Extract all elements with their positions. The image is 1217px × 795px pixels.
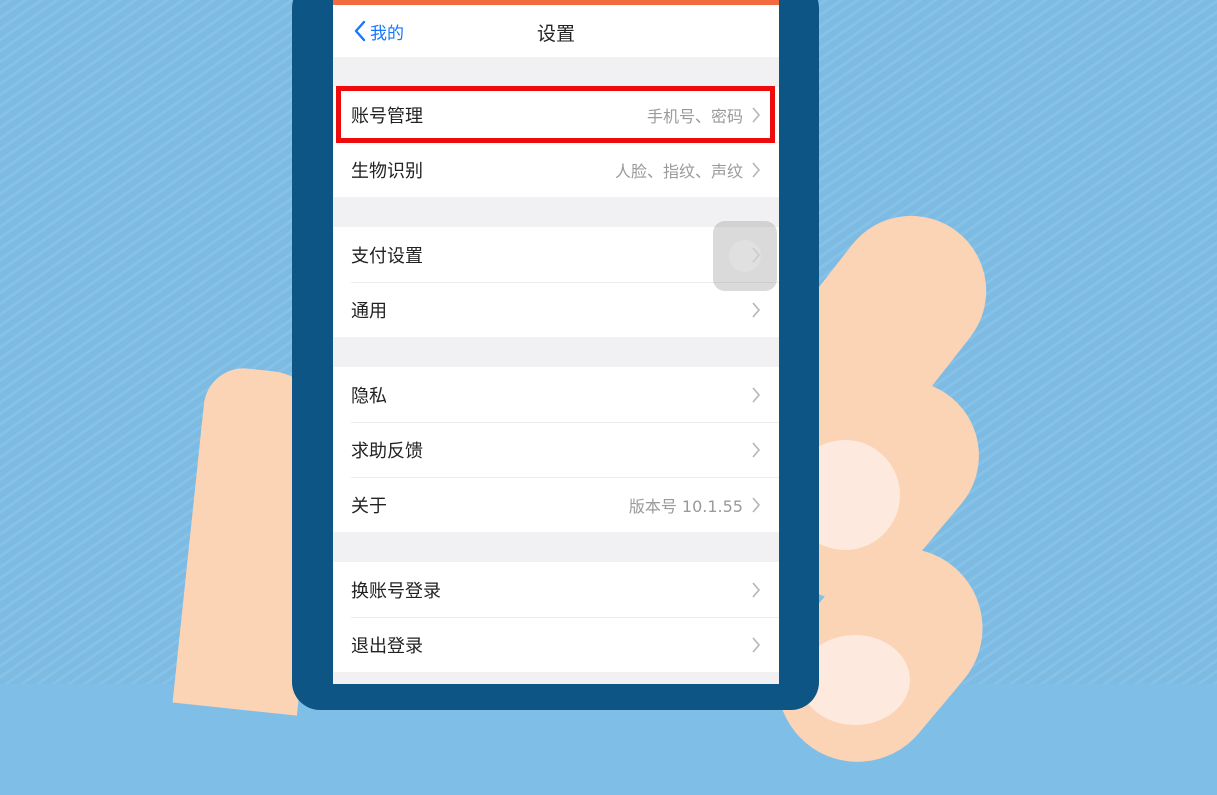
chevron-right-icon [751,496,761,513]
row-switch-account[interactable]: 换账号登录 [333,562,779,617]
row-general[interactable]: 通用 [333,282,779,337]
chevron-right-icon [751,386,761,403]
row-detail: 人脸、指纹、声纹 [614,161,743,181]
settings-group-account: 账号管理 手机号、密码 生物识别 人脸、指纹、声纹 [333,87,779,197]
assistive-touch-dot [729,240,761,272]
assistive-touch-button[interactable] [713,221,777,291]
row-label: 账号管理 [351,105,423,127]
chevron-right-icon [751,301,761,318]
chevron-right-icon [751,161,761,178]
row-label: 生物识别 [351,160,423,182]
row-biometrics[interactable]: 生物识别 人脸、指纹、声纹 [333,142,779,197]
chevron-right-icon [751,581,761,598]
row-label: 求助反馈 [351,440,423,462]
row-label: 通用 [351,300,387,322]
chevron-right-icon [751,636,761,653]
row-label: 关于 [351,495,387,517]
row-label: 退出登录 [351,635,423,657]
chevron-right-icon [751,441,761,458]
row-about[interactable]: 关于 版本号 10.1.55 [333,477,779,532]
row-privacy[interactable]: 隐私 [333,367,779,422]
settings-screen: 我的 设置 账号管理 手机号、密码 生物识别 人脸、指纹、声纹 支付设置 通用 [333,0,779,684]
row-help-feedback[interactable]: 求助反馈 [333,422,779,477]
nav-bar: 我的 设置 [333,5,779,57]
row-label: 支付设置 [351,245,423,267]
row-label: 换账号登录 [351,580,441,602]
chevron-right-icon [751,106,761,123]
page-title: 设置 [536,23,575,45]
row-detail: 版本号 10.1.55 [628,496,743,516]
row-logout[interactable]: 退出登录 [333,617,779,672]
row-detail: 手机号、密码 [646,106,743,126]
settings-group-info: 隐私 求助反馈 关于 版本号 10.1.55 [333,367,779,532]
settings-group-login: 换账号登录 退出登录 [333,562,779,672]
row-label: 隐私 [351,385,387,407]
row-account-management[interactable]: 账号管理 手机号、密码 [333,87,779,142]
